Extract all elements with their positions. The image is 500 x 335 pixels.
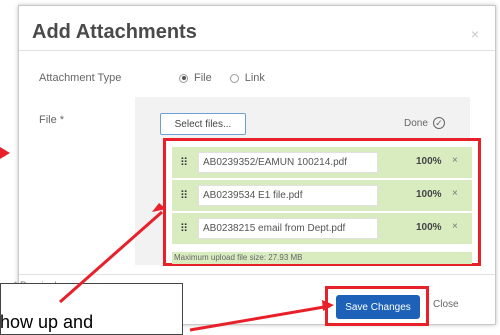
attachment-type-radio-group: File Link	[179, 72, 265, 84]
attachment-type-label: Attachment Type	[39, 72, 122, 84]
uploaded-file-name[interactable]: AB0238215 email from Dept.pdf	[198, 218, 378, 239]
upload-row: ⠿ AB0239352/EAMUN 100214.pdf 100% ×	[172, 147, 472, 178]
uploaded-file-name[interactable]: AB0239352/EAMUN 100214.pdf	[198, 152, 378, 173]
upload-percent: 100%	[416, 156, 442, 167]
upload-percent: 100%	[416, 189, 442, 200]
done-indicator[interactable]: Done ✓	[404, 117, 445, 129]
radio-file[interactable]: File	[179, 72, 212, 84]
uploads-highlight-box: ⠿ AB0239352/EAMUN 100214.pdf 100% × ⠿ AB…	[163, 138, 481, 266]
save-changes-button[interactable]: Save Changes	[336, 295, 420, 319]
radio-link-label: Link	[244, 72, 265, 84]
uploaded-file-name[interactable]: AB0239534 E1 file.pdf	[198, 185, 378, 206]
callout-text: how up and	[0, 312, 94, 332]
title-divider	[19, 50, 495, 51]
radio-dot-icon	[229, 73, 239, 83]
upload-row: ⠿ AB0239534 E1 file.pdf 100% ×	[172, 180, 472, 211]
select-files-button[interactable]: Select files...	[160, 113, 246, 135]
drag-handle-icon[interactable]: ⠿	[180, 222, 188, 235]
drag-handle-icon[interactable]: ⠿	[180, 189, 188, 202]
drag-handle-icon[interactable]: ⠿	[180, 156, 188, 169]
upload-row: ⠿ AB0238215 email from Dept.pdf 100% ×	[172, 213, 472, 244]
radio-dot-icon	[179, 73, 188, 83]
check-circle-icon: ✓	[432, 117, 445, 129]
remove-file-icon[interactable]: ×	[452, 188, 458, 199]
dialog-title: Add Attachments	[32, 21, 197, 43]
file-label: File *	[39, 114, 65, 126]
footer-divider	[19, 274, 495, 275]
radio-file-label: File	[194, 72, 212, 84]
upload-list: ⠿ AB0239352/EAMUN 100214.pdf 100% × ⠿ AB…	[172, 147, 472, 246]
remove-file-icon[interactable]: ×	[452, 155, 458, 166]
close-button[interactable]: Close	[433, 299, 459, 310]
max-upload-size-text: Maximum upload file size: 27.93 MB	[172, 252, 472, 264]
close-icon[interactable]: ×	[471, 26, 479, 42]
upload-percent: 100%	[416, 222, 442, 233]
done-label: Done	[404, 117, 428, 129]
remove-file-icon[interactable]: ×	[452, 221, 458, 232]
radio-link[interactable]: Link	[229, 72, 265, 84]
